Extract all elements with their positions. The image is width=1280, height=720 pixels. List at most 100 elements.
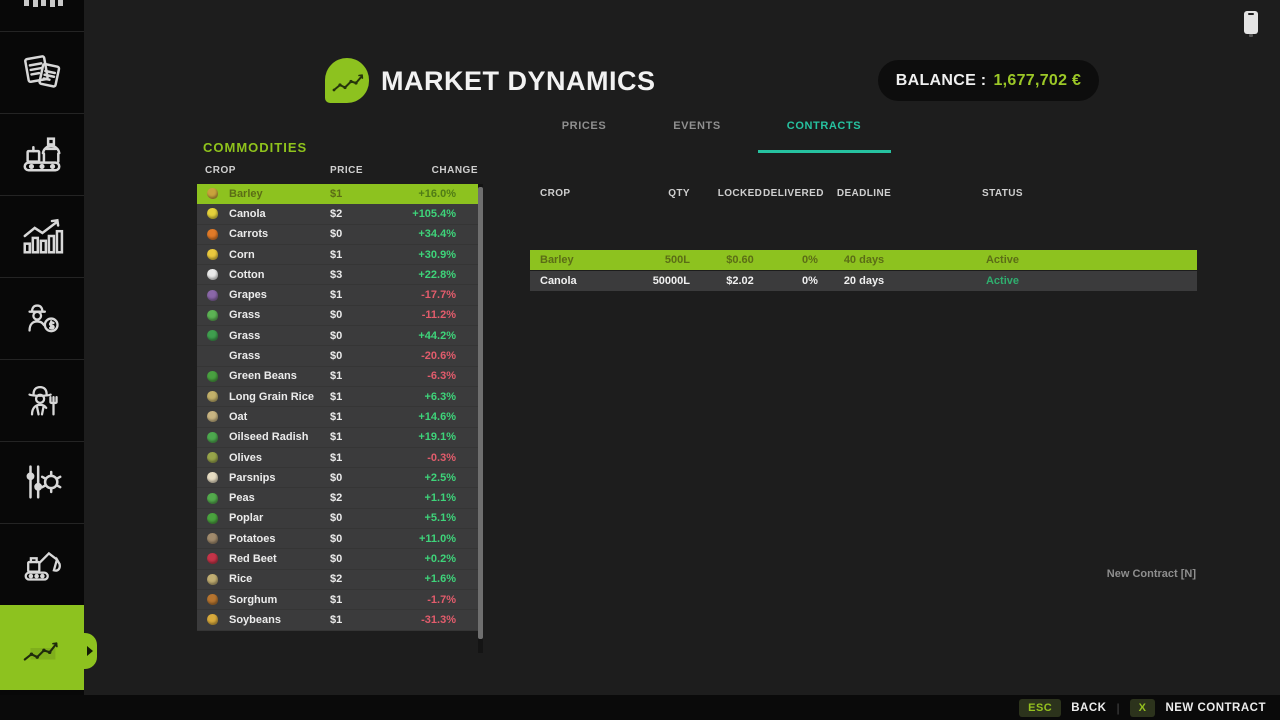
commodity-price: $2 — [330, 492, 390, 504]
crop-icon — [207, 594, 218, 605]
commodity-name: Oilseed Radish — [229, 431, 330, 443]
commodity-name: Corn — [229, 249, 330, 261]
sales-icon — [19, 295, 65, 341]
contract-status: Active — [930, 250, 1075, 270]
footer-bar: ESC BACK | X NEW CONTRACT — [0, 695, 1280, 720]
commodity-row[interactable]: Potatoes $0 +11.0% — [197, 529, 480, 549]
commodity-change: +1.6% — [390, 573, 456, 585]
balance-value: 1,677,702 € — [993, 72, 1081, 90]
crop-icon — [207, 371, 218, 382]
crop-icon — [207, 472, 218, 483]
commodity-row[interactable]: Canola $2 +105.4% — [197, 204, 480, 224]
commodity-price: $0 — [330, 228, 390, 240]
commodity-row[interactable]: Poplar $0 +5.1% — [197, 509, 480, 529]
commodity-price: $0 — [330, 330, 390, 342]
sidebar — [0, 0, 84, 720]
tab-prices[interactable]: PRICES — [562, 120, 607, 132]
commodity-row[interactable]: Rice $2 +1.6% — [197, 570, 480, 590]
commodity-row[interactable]: Parsnips $0 +2.5% — [197, 468, 480, 488]
commodity-row[interactable]: Soybeans $1 -31.3% — [197, 610, 480, 630]
col-header-crop: CROP — [205, 165, 236, 176]
battery-icon — [1244, 11, 1258, 34]
commodity-name: Red Beet — [229, 553, 330, 565]
commodity-price: $1 — [330, 411, 390, 423]
contract-row[interactable]: Barley 500L $0.60 0% 40 days Active — [530, 250, 1197, 270]
commodity-change: -0.3% — [390, 452, 456, 464]
sidebar-item-statistics[interactable] — [0, 195, 84, 276]
commodity-row[interactable]: Peas $2 +1.1% — [197, 488, 480, 508]
crop-icon — [207, 391, 218, 402]
crop-icon — [207, 553, 218, 564]
contract-delivered: 0% — [780, 250, 840, 270]
contracts-table: Barley 500L $0.60 0% 40 days Active Cano… — [530, 250, 1197, 291]
sidebar-item-production[interactable] — [0, 113, 84, 194]
x-keycap[interactable]: X — [1130, 699, 1156, 717]
contract-row[interactable]: Canola 50000L $2.02 0% 20 days Active — [530, 271, 1197, 291]
commodity-row[interactable]: Grass $0 +44.2% — [197, 326, 480, 346]
commodity-name: Grass — [229, 350, 330, 362]
commodity-row[interactable]: Green Beans $1 -6.3% — [197, 367, 480, 387]
commodity-name: Oat — [229, 411, 330, 423]
commodity-change: +105.4% — [390, 208, 456, 220]
commodity-change: +0.2% — [390, 553, 456, 565]
col-header-delivered: DELIVERED — [763, 188, 823, 199]
commodities-header: CROP PRICE CHANGE — [197, 165, 478, 178]
tab-contracts[interactable]: CONTRACTS — [787, 120, 861, 132]
commodity-price: $0 — [330, 553, 390, 565]
back-button[interactable]: BACK — [1071, 702, 1106, 714]
commodity-row[interactable]: Corn $1 +30.9% — [197, 245, 480, 265]
sidebar-item-sales[interactable] — [0, 277, 84, 358]
commodity-change: +30.9% — [390, 249, 456, 261]
crop-icon — [207, 533, 218, 544]
statistics-icon — [19, 213, 65, 259]
footer-separator: | — [1116, 701, 1119, 715]
new-contract-button[interactable]: NEW CONTRACT — [1165, 702, 1266, 714]
commodity-name: Rice — [229, 573, 330, 585]
sidebar-item-construction[interactable] — [0, 523, 84, 604]
commodity-price: $0 — [330, 472, 390, 484]
commodity-name: Potatoes — [229, 533, 330, 545]
sidebar-item-documents[interactable] — [0, 31, 84, 112]
commodity-name: Green Beans — [229, 370, 330, 382]
contract-deadline: 40 days — [832, 250, 896, 270]
commodity-price: $1 — [330, 431, 390, 443]
commodity-row[interactable]: Sorghum $1 -1.7% — [197, 590, 480, 610]
esc-keycap[interactable]: ESC — [1019, 699, 1061, 717]
commodity-row[interactable]: Red Beet $0 +0.2% — [197, 549, 480, 569]
commodity-change: +19.1% — [390, 431, 456, 443]
new-contract-hint: New Contract [N] — [1107, 568, 1196, 580]
commodity-row[interactable]: Barley $1 +16.0% — [197, 184, 480, 204]
commodity-row[interactable]: Grapes $1 -17.7% — [197, 285, 480, 305]
commodity-price: $3 — [330, 269, 390, 281]
commodity-name: Barley — [229, 188, 330, 200]
commodity-price: $2 — [330, 208, 390, 220]
commodity-name: Cotton — [229, 269, 330, 281]
commodity-row[interactable]: Grass $0 -20.6% — [197, 346, 480, 366]
commodity-row[interactable]: Grass $0 -11.2% — [197, 306, 480, 326]
commodities-scrollbar[interactable] — [478, 184, 483, 653]
commodity-change: -20.6% — [390, 350, 456, 362]
commodity-change: -31.3% — [390, 614, 456, 626]
commodity-change: +1.1% — [390, 492, 456, 504]
active-tab-arrow-icon — [87, 646, 93, 656]
app-logo — [325, 58, 369, 103]
scrollbar-thumb[interactable] — [478, 187, 483, 639]
commodity-price: $1 — [330, 188, 390, 200]
sidebar-item-settings[interactable] — [0, 441, 84, 522]
tab-events[interactable]: EVENTS — [673, 120, 721, 132]
commodity-row[interactable]: Carrots $0 +34.4% — [197, 225, 480, 245]
commodity-name: Long Grain Rice — [229, 391, 330, 403]
commodity-row[interactable]: Oat $1 +14.6% — [197, 407, 480, 427]
commodity-name: Sorghum — [229, 594, 330, 606]
commodity-row[interactable]: Olives $1 -0.3% — [197, 448, 480, 468]
col-header-qty: QTY — [630, 188, 690, 199]
commodity-row[interactable]: Oilseed Radish $1 +19.1% — [197, 428, 480, 448]
commodity-name: Soybeans — [229, 614, 330, 626]
commodity-row[interactable]: Long Grain Rice $1 +6.3% — [197, 387, 480, 407]
commodity-row[interactable]: Cotton $3 +22.8% — [197, 265, 480, 285]
sidebar-item-market-dynamics[interactable] — [0, 605, 84, 690]
contract-status: Active — [930, 271, 1075, 291]
commodity-price: $0 — [330, 512, 390, 524]
crop-icon — [207, 188, 218, 199]
sidebar-item-farmer[interactable] — [0, 359, 84, 440]
